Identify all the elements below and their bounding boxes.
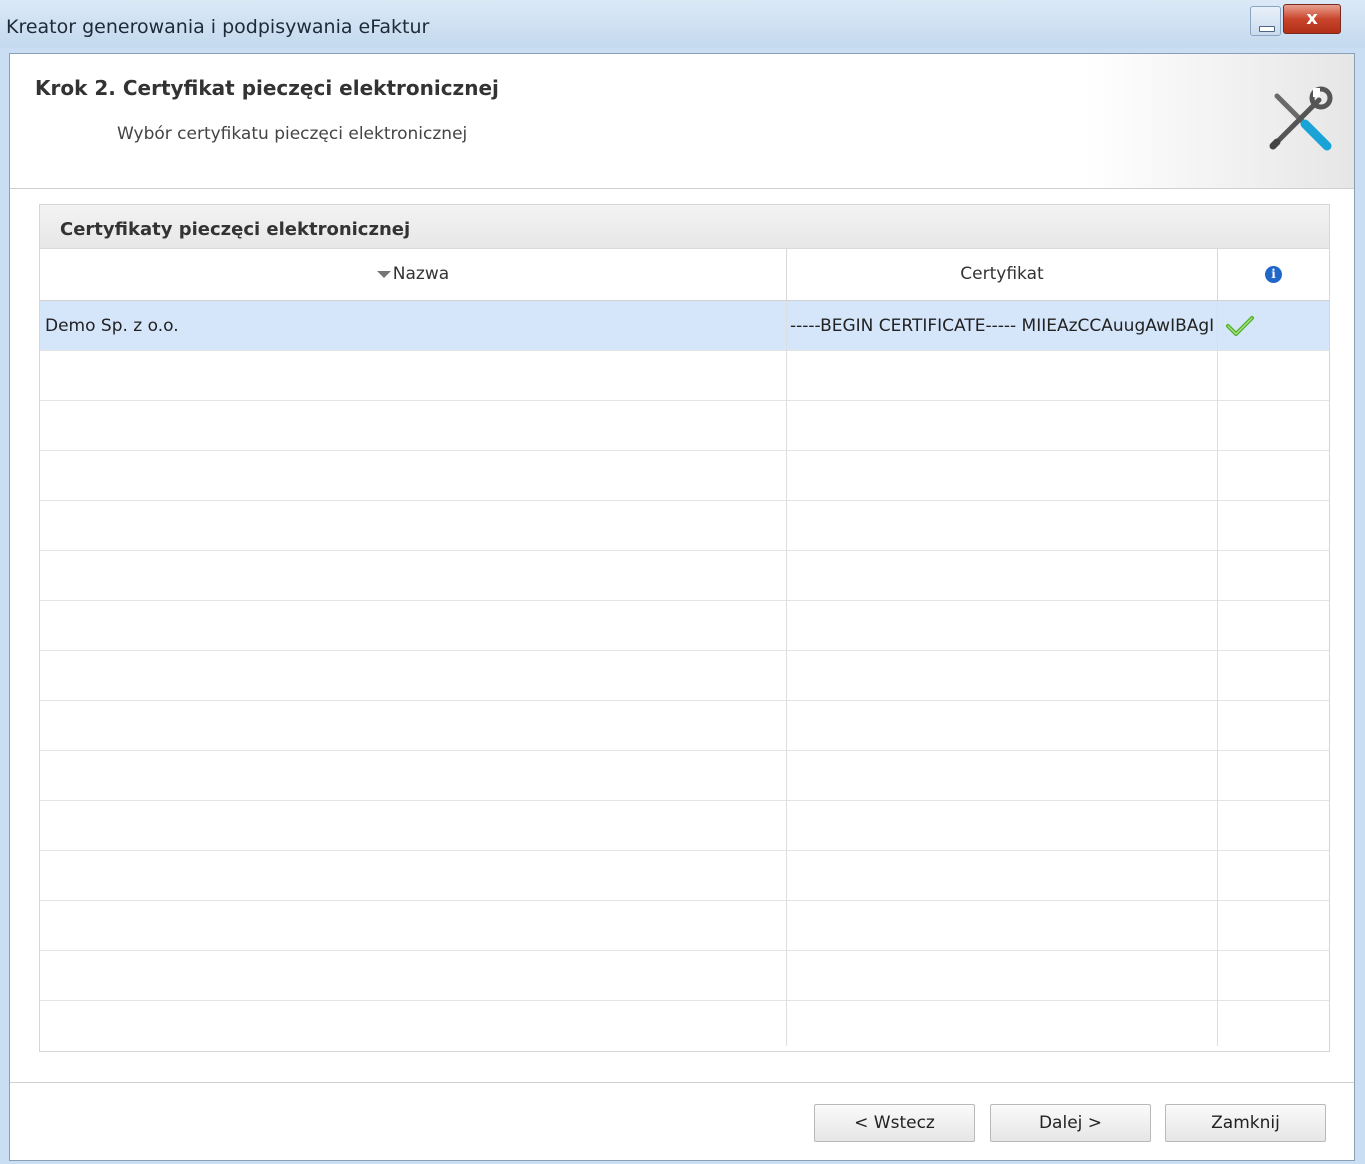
cell-name bbox=[40, 1001, 787, 1046]
window-title: Kreator generowania i podpisywania eFakt… bbox=[6, 16, 430, 38]
cell-status bbox=[1218, 351, 1329, 401]
cell-name bbox=[40, 351, 787, 401]
cell-status bbox=[1218, 701, 1329, 751]
cell-name bbox=[40, 801, 787, 851]
cell-name bbox=[40, 901, 787, 951]
certificates-panel: Certyfikaty pieczęci elektronicznej Nazw… bbox=[39, 204, 1330, 1052]
cell-certificate: -----BEGIN CERTIFICATE----- MIIEAzCCAuug… bbox=[787, 301, 1218, 351]
cell-certificate bbox=[787, 901, 1218, 951]
cell-certificate bbox=[787, 851, 1218, 901]
cell-status bbox=[1218, 801, 1329, 851]
cell-certificate bbox=[787, 801, 1218, 851]
column-header-name-label: Nazwa bbox=[392, 264, 450, 284]
checkmark-icon bbox=[1226, 316, 1254, 336]
table-row-empty bbox=[40, 351, 1329, 401]
next-button[interactable]: Dalej > bbox=[990, 1104, 1151, 1142]
back-button[interactable]: < Wstecz bbox=[814, 1104, 975, 1142]
table-row-empty bbox=[40, 1001, 1329, 1046]
cell-status bbox=[1218, 651, 1329, 701]
column-header-certificate-label: Certyfikat bbox=[960, 264, 1044, 284]
column-header-name[interactable]: Nazwa bbox=[40, 249, 787, 300]
table-row-empty bbox=[40, 501, 1329, 551]
table-row-empty bbox=[40, 601, 1329, 651]
cell-status bbox=[1218, 401, 1329, 451]
table-row-empty bbox=[40, 401, 1329, 451]
table-row-empty bbox=[40, 551, 1329, 601]
table-row-empty bbox=[40, 651, 1329, 701]
wizard-window: Kreator generowania i podpisywania eFakt… bbox=[0, 0, 1365, 1164]
table-row-empty bbox=[40, 751, 1329, 801]
table-row-empty bbox=[40, 951, 1329, 1001]
title-bar[interactable]: Kreator generowania i podpisywania eFakt… bbox=[0, 0, 1365, 48]
grid-body: Demo Sp. z o.o. -----BEGIN CERTIFICATE--… bbox=[40, 301, 1329, 1046]
cell-status bbox=[1218, 601, 1329, 651]
cell-status bbox=[1218, 901, 1329, 951]
cell-certificate bbox=[787, 1001, 1218, 1046]
table-row-empty bbox=[40, 801, 1329, 851]
tools-icon bbox=[1269, 86, 1333, 151]
cell-status bbox=[1218, 1001, 1329, 1046]
cell-certificate bbox=[787, 501, 1218, 551]
cell-status bbox=[1218, 951, 1329, 1001]
column-header-info[interactable]: i bbox=[1218, 249, 1329, 300]
cell-name bbox=[40, 701, 787, 751]
table-row-empty bbox=[40, 451, 1329, 501]
table-row-empty bbox=[40, 851, 1329, 901]
cell-status bbox=[1218, 551, 1329, 601]
cell-name bbox=[40, 401, 787, 451]
cell-name bbox=[40, 601, 787, 651]
cell-status bbox=[1218, 451, 1329, 501]
cell-name: Demo Sp. z o.o. bbox=[40, 301, 787, 351]
sort-descending-icon bbox=[376, 270, 391, 278]
info-icon: i bbox=[1265, 265, 1282, 283]
cell-certificate bbox=[787, 701, 1218, 751]
cell-status bbox=[1218, 751, 1329, 801]
cell-certificate bbox=[787, 551, 1218, 601]
cell-certificate bbox=[787, 651, 1218, 701]
cell-status bbox=[1218, 501, 1329, 551]
step-subtitle: Wybór certyfikatu pieczęci elektroniczne… bbox=[117, 124, 468, 144]
step-title: Krok 2. Certyfikat pieczęci elektroniczn… bbox=[35, 76, 499, 100]
cell-certificate bbox=[787, 401, 1218, 451]
cell-name bbox=[40, 651, 787, 701]
cell-name bbox=[40, 501, 787, 551]
footer-divider bbox=[10, 1082, 1354, 1083]
close-window-button[interactable]: x bbox=[1283, 4, 1341, 34]
table-row-empty bbox=[40, 701, 1329, 751]
wizard-header: Krok 2. Certyfikat pieczęci elektroniczn… bbox=[10, 54, 1354, 189]
table-row[interactable]: Demo Sp. z o.o. -----BEGIN CERTIFICATE--… bbox=[40, 301, 1329, 351]
minimize-button[interactable] bbox=[1250, 6, 1281, 36]
wizard-content: Krok 2. Certyfikat pieczęci elektroniczn… bbox=[9, 53, 1355, 1161]
panel-header: Certyfikaty pieczęci elektronicznej bbox=[40, 205, 1329, 249]
grid-header: Nazwa Certyfikat i bbox=[40, 249, 1329, 301]
close-button[interactable]: Zamknij bbox=[1165, 1104, 1326, 1142]
cell-name bbox=[40, 551, 787, 601]
cell-status bbox=[1218, 851, 1329, 901]
close-icon: x bbox=[1306, 8, 1318, 29]
cell-certificate bbox=[787, 951, 1218, 1001]
cell-status bbox=[1218, 301, 1329, 351]
cell-name bbox=[40, 751, 787, 801]
panel-title: Certyfikaty pieczęci elektronicznej bbox=[60, 219, 411, 240]
column-header-certificate[interactable]: Certyfikat bbox=[787, 249, 1218, 300]
cell-name bbox=[40, 851, 787, 901]
cell-name bbox=[40, 951, 787, 1001]
cell-name bbox=[40, 451, 787, 501]
cell-certificate bbox=[787, 601, 1218, 651]
table-row-empty bbox=[40, 901, 1329, 951]
cell-certificate bbox=[787, 751, 1218, 801]
cell-certificate bbox=[787, 351, 1218, 401]
cell-certificate bbox=[787, 451, 1218, 501]
